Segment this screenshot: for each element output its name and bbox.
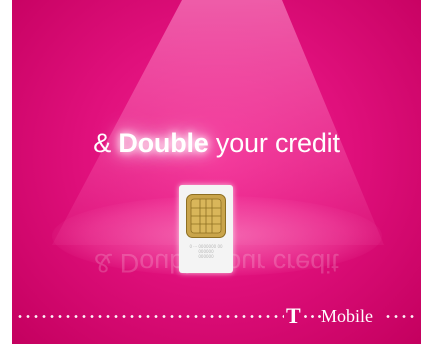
- brand-dots-mid: [302, 315, 322, 318]
- spotlight-beam: [52, 0, 384, 245]
- t-mobile-logo-icon: T: [286, 303, 301, 328]
- brand-dots-left: [16, 315, 284, 318]
- sim-chip-icon: [186, 194, 226, 238]
- sim-card-print: 0 ··· 0000000 00 000000 000000: [183, 244, 229, 259]
- sim-print-line: 000000: [198, 254, 214, 259]
- brand-name: Mobile: [321, 306, 373, 326]
- brand-dots-right: [384, 315, 418, 318]
- headline: & Double your credit: [12, 128, 421, 159]
- headline-prefix: &: [93, 128, 119, 158]
- ad-banner[interactable]: & Double your credit & Double your credi…: [12, 0, 421, 344]
- brand-bar: T Mobile: [12, 300, 421, 330]
- headline-suffix: your credit: [208, 128, 340, 158]
- sim-card: 0 ··· 0000000 00 000000 000000: [179, 185, 233, 273]
- headline-emphasis: Double: [118, 128, 209, 158]
